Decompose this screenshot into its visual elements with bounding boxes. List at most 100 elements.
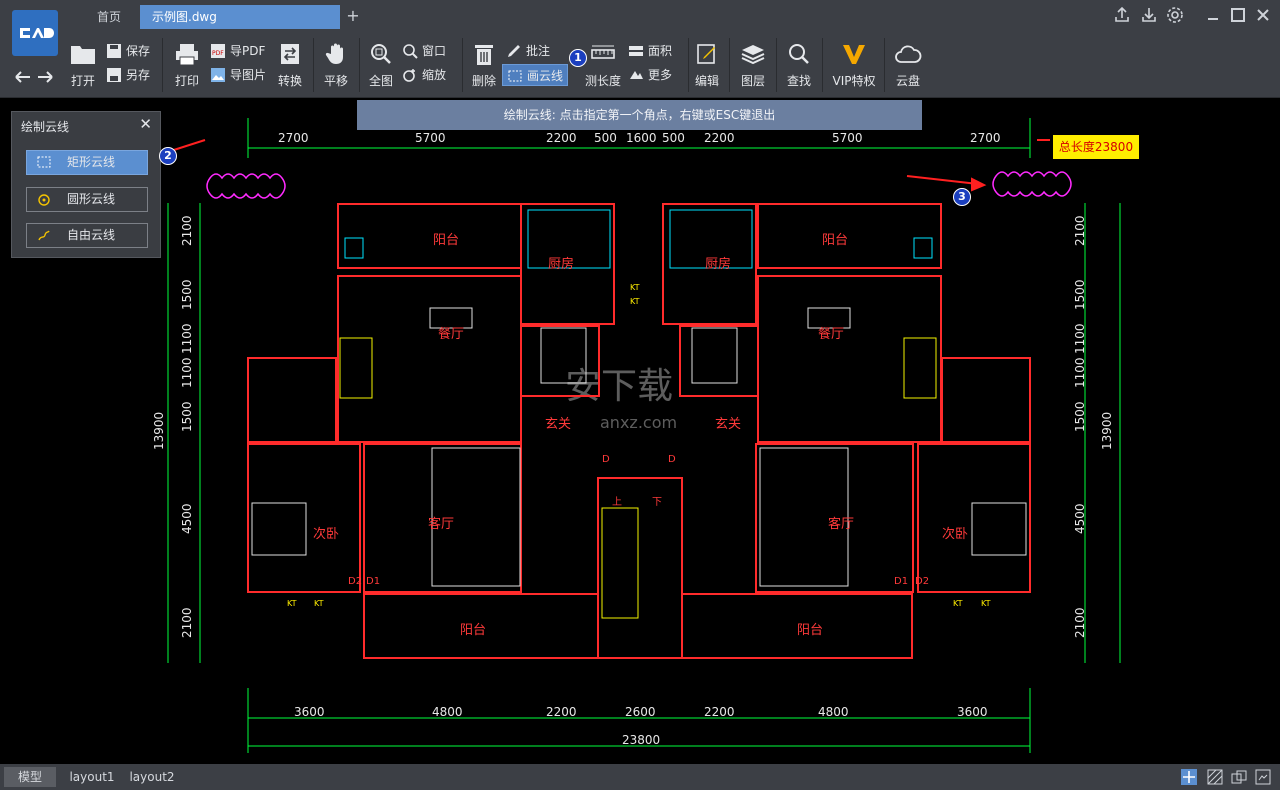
zoom-extents-icon <box>371 44 391 64</box>
stair-down: 下 <box>652 497 662 508</box>
panel-close-button[interactable]: ✕ <box>139 115 152 133</box>
open-button[interactable]: 打开 <box>66 42 100 89</box>
zoom-window-icon <box>403 44 418 59</box>
step-badge-3: 3 <box>953 188 971 206</box>
layout-tabs-bar: 模型 layout1 layout2 <box>0 764 1280 790</box>
ruler-icon <box>591 45 615 59</box>
layers-button[interactable]: 图层 <box>737 42 769 89</box>
find-label: 查找 <box>786 74 811 88</box>
room-balcony-nw: 阳台 <box>433 233 459 248</box>
maximize-icon[interactable] <box>1228 5 1248 25</box>
room-bedroom-e: 次卧 <box>942 526 968 542</box>
toolbar-separator <box>162 38 163 92</box>
cad-logo-icon <box>20 28 54 38</box>
toolbar-separator <box>313 38 314 92</box>
tab-file[interactable]: 示例图.dwg <box>140 5 340 29</box>
close-window-icon[interactable] <box>1253 5 1273 25</box>
export-pdf-button[interactable]: PDF 导PDF <box>210 40 274 62</box>
image-icon <box>211 68 225 82</box>
drawing-canvas[interactable]: 安下载 anxz.com 2700 5700 2200 500 1600 500… <box>0 98 1280 762</box>
dim-top-2: 5700 <box>415 131 446 145</box>
fit-all-button[interactable]: 全图 <box>366 42 396 89</box>
save-as-icon <box>107 68 121 82</box>
more-label: 更多 <box>648 68 673 82</box>
rect-cloud-button[interactable]: 矩形云线 <box>26 150 148 175</box>
room-balcony-se: 阳台 <box>797 623 823 638</box>
add-tab-button[interactable]: + <box>343 6 363 26</box>
find-button[interactable]: 查找 <box>782 42 816 89</box>
annotate-button[interactable]: 批注 <box>506 40 562 62</box>
tab-model[interactable]: 模型 <box>4 767 56 787</box>
minimize-icon[interactable] <box>1203 5 1223 25</box>
measure-length-button[interactable]: 测长度 <box>583 42 623 89</box>
room-entry-e: 玄关 <box>715 417 741 432</box>
pan-button[interactable]: 平移 <box>320 42 352 89</box>
room-bedroom-w: 次卧 <box>313 526 339 542</box>
crosshair-icon[interactable] <box>1181 769 1197 785</box>
toolbar-separator <box>688 38 689 92</box>
delete-button[interactable]: 删除 <box>468 42 500 89</box>
dim-top-6: 500 <box>662 131 685 145</box>
export-image-button[interactable]: 导图片 <box>210 64 274 86</box>
vip-button[interactable]: VIP特权 <box>828 42 880 89</box>
pan-label: 平移 <box>323 74 348 88</box>
save-as-button[interactable]: 另存 <box>106 64 156 86</box>
layers-icon <box>741 45 765 65</box>
watermark-text: 安下载 <box>565 366 673 407</box>
room-living-w: 客厅 <box>428 516 454 532</box>
more-button[interactable]: 更多 <box>628 64 684 86</box>
undo-redo-icon[interactable] <box>14 70 54 84</box>
settings-gear-icon[interactable] <box>1165 5 1185 25</box>
tab-layout1[interactable]: layout1 <box>64 767 120 787</box>
dim-left-4: 1100 <box>180 357 194 388</box>
door-d1-w: D1 <box>366 576 380 587</box>
door-d2-w: D2 <box>348 576 362 587</box>
tab-home[interactable]: 首页 <box>80 5 138 29</box>
layers-label: 图层 <box>740 74 765 88</box>
stair-up: 上 <box>612 496 622 508</box>
ac-label: KT <box>630 283 640 292</box>
hand-icon <box>325 43 343 64</box>
dim-top-7: 2200 <box>704 131 735 145</box>
dim-top-5: 1600 <box>626 131 657 145</box>
free-cloud-label: 自由云线 <box>67 228 116 242</box>
edit-button[interactable]: 编辑 <box>692 42 722 89</box>
rect-cloud-icon <box>37 156 51 168</box>
dim-top-1: 2700 <box>278 131 309 145</box>
cloud-disk-button[interactable]: 云盘 <box>890 42 926 89</box>
print-button[interactable]: 打印 <box>170 42 204 89</box>
convert-button[interactable]: 转换 <box>274 42 306 89</box>
dim-left-3: 1100 <box>180 323 194 354</box>
circle-cloud-button[interactable]: 圆形云线 <box>26 187 148 212</box>
svg-text:PDF: PDF <box>212 50 224 57</box>
dim-left-5: 1500 <box>180 401 194 432</box>
save-label: 保存 <box>126 44 151 58</box>
dim-right-total: 13900 <box>1100 412 1114 450</box>
toolbar-separator <box>729 38 730 92</box>
dim-right-3: 1100 <box>1073 323 1087 354</box>
edit-icon <box>697 44 715 64</box>
screenshot-icon[interactable] <box>1255 769 1271 785</box>
draw-cloud-button[interactable]: 画云线 <box>502 64 568 86</box>
dim-top-4: 500 <box>594 131 617 145</box>
ac-label: KT <box>953 599 963 608</box>
trash-icon <box>475 45 493 65</box>
save-button[interactable]: 保存 <box>106 40 156 62</box>
area-button[interactable]: 面积 <box>628 40 684 62</box>
dim-right-2: 1500 <box>1073 279 1087 310</box>
dim-top-8: 5700 <box>832 131 863 145</box>
zoom-window-button[interactable]: 窗口 <box>402 40 458 62</box>
zoom-scale-button[interactable]: 缩放 <box>402 64 458 86</box>
copy-view-icon[interactable] <box>1231 769 1247 785</box>
dim-bottom-4: 2600 <box>625 705 656 719</box>
download-icon[interactable] <box>1139 5 1159 25</box>
toolbar-separator <box>462 38 463 92</box>
save-as-label: 另存 <box>126 68 151 82</box>
command-hint-bar: 绘制云线: 点击指定第一个角点，右键或ESC键退出 <box>357 100 922 130</box>
share-icon[interactable] <box>1112 5 1132 25</box>
area-label: 面积 <box>648 44 673 58</box>
free-cloud-button[interactable]: 自由云线 <box>26 223 148 248</box>
tab-layout2[interactable]: layout2 <box>124 767 180 787</box>
door-d2-e: D2 <box>915 576 929 587</box>
hatch-icon[interactable] <box>1207 769 1223 785</box>
